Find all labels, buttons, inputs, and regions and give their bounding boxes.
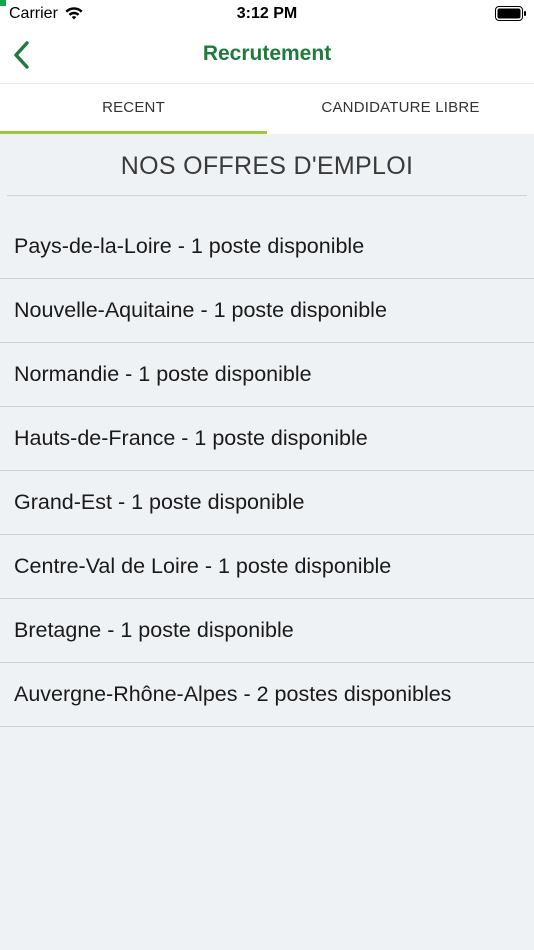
- list-item[interactable]: Grand-Est - 1 poste disponible: [0, 471, 534, 535]
- list-item[interactable]: Bretagne - 1 poste disponible: [0, 599, 534, 663]
- list-item[interactable]: Centre-Val de Loire - 1 poste disponible: [0, 535, 534, 599]
- clock: 3:12 PM: [236, 5, 298, 22]
- section-divider: [7, 195, 527, 196]
- list-item[interactable]: Normandie - 1 poste disponible: [0, 343, 534, 407]
- navigation-bar: Recrutement: [0, 28, 534, 84]
- list-item[interactable]: Pays-de-la-Loire - 1 poste disponible: [0, 215, 534, 279]
- list-item[interactable]: Auvergne-Rhône-Alpes - 2 postes disponib…: [0, 663, 534, 727]
- list-item[interactable]: Hauts-de-France - 1 poste disponible: [0, 407, 534, 471]
- battery-icon: [495, 6, 526, 21]
- status-bar: Carrier 3:12 PM: [0, 0, 534, 28]
- tab-label: CANDIDATURE LIBRE: [321, 99, 480, 116]
- job-offer-list: Pays-de-la-Loire - 1 poste disponible No…: [0, 215, 534, 727]
- tab-recent[interactable]: RECENT: [0, 84, 267, 134]
- section-title: NOS OFFRES D'EMPLOI: [120, 152, 414, 180]
- list-item[interactable]: Nouvelle-Aquitaine - 1 poste disponible: [0, 279, 534, 343]
- page-title: Recrutement: [202, 42, 332, 65]
- tab-bar: RECENT CANDIDATURE LIBRE: [0, 84, 534, 134]
- tab-label: RECENT: [102, 99, 165, 116]
- tab-candidature-libre[interactable]: CANDIDATURE LIBRE: [267, 84, 534, 134]
